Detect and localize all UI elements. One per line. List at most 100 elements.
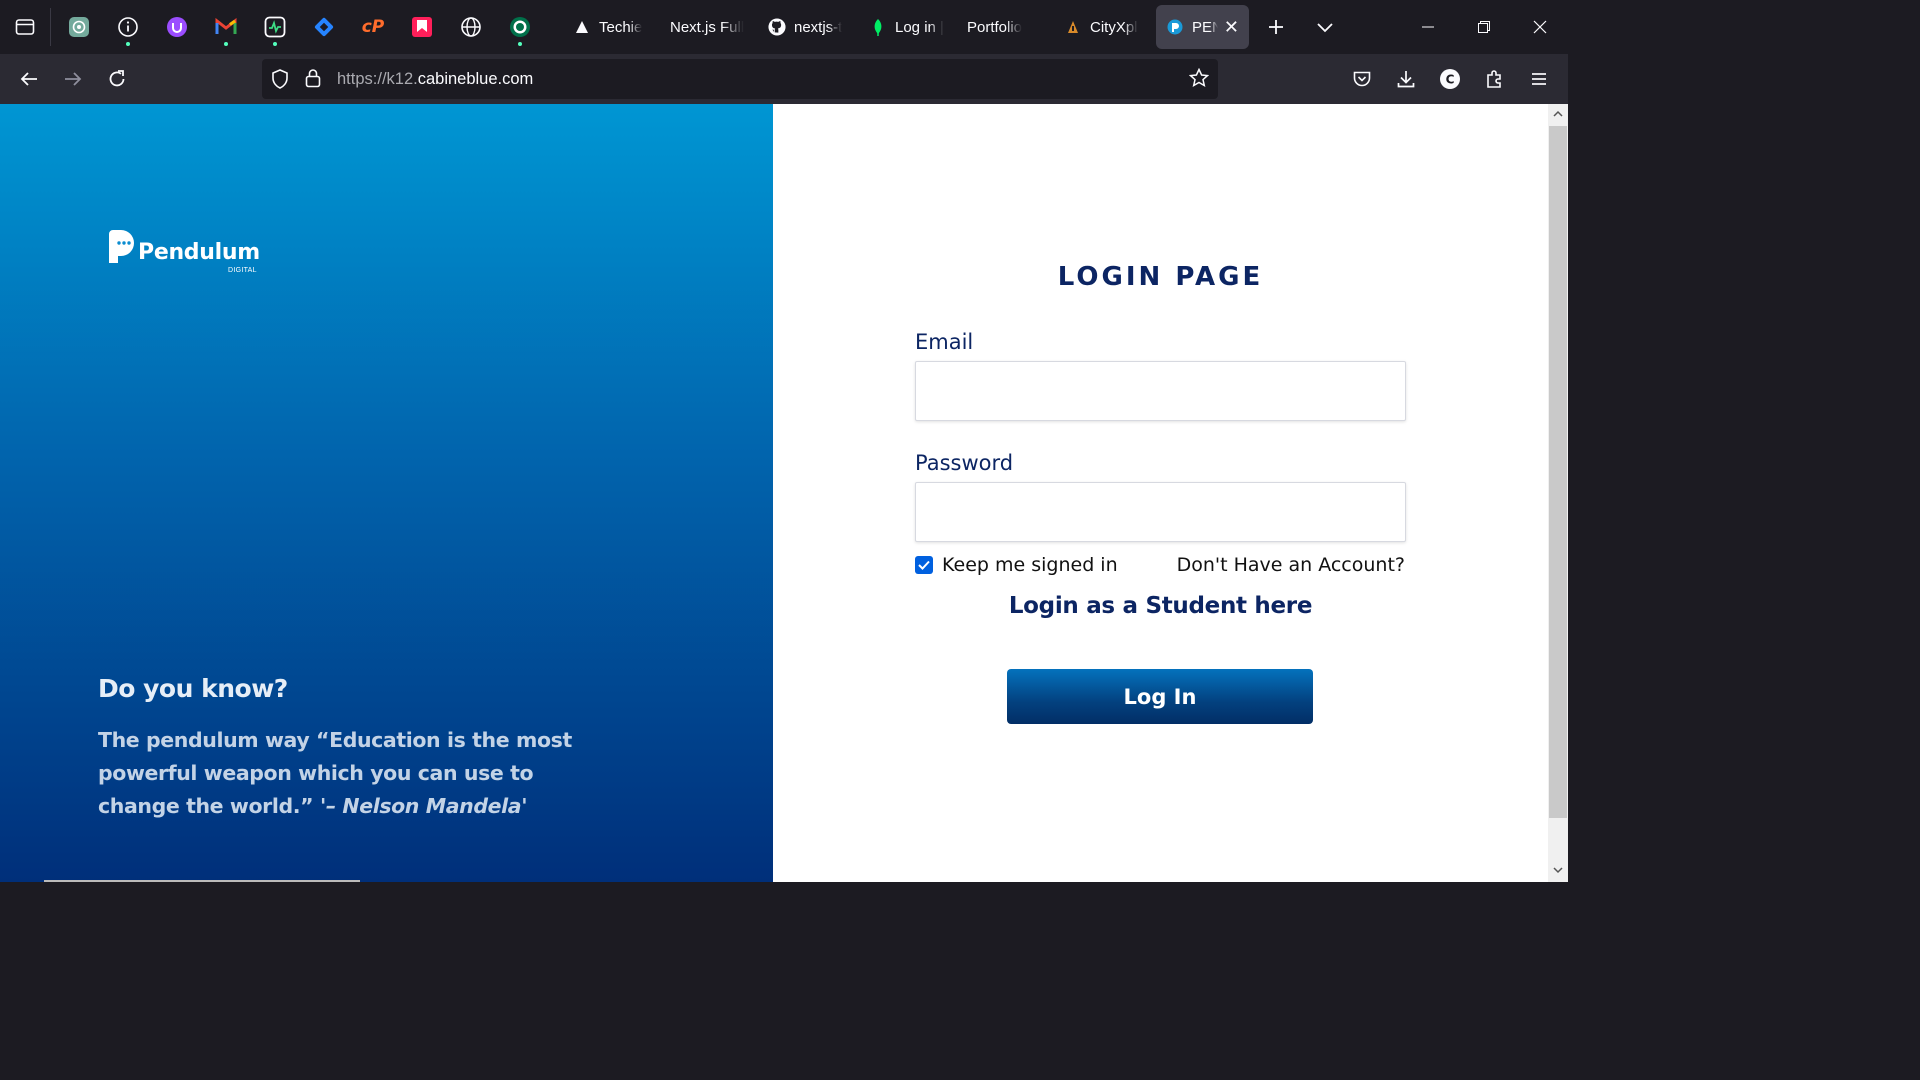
extensions-button[interactable]	[1479, 63, 1511, 95]
pinned-tab-chatgpt[interactable]	[63, 11, 95, 43]
pinned-tab-starbucks[interactable]	[504, 11, 536, 46]
scroll-up-arrow[interactable]	[1548, 104, 1568, 124]
logo-subtext: DIGITAL	[228, 267, 257, 274]
keep-signed-in[interactable]: Keep me signed in	[915, 554, 1118, 576]
email-input[interactable]	[915, 361, 1406, 421]
github-icon	[768, 18, 786, 36]
tab-label: PEN	[1192, 18, 1218, 36]
forward-button[interactable]	[57, 63, 89, 95]
tab-label: nextjs-t	[794, 18, 843, 36]
keep-signed-in-checkbox[interactable]	[915, 556, 933, 574]
tab-pendulum-active[interactable]: PEN ✕	[1156, 5, 1249, 49]
tab-label: Techie	[599, 18, 643, 36]
login-form-panel: LOGIN PAGE Email Password Keep me signed…	[773, 104, 1548, 882]
info-icon	[118, 17, 138, 37]
tab-separator	[50, 8, 51, 46]
reload-icon	[109, 70, 125, 87]
svg-text:C: C	[1446, 73, 1455, 87]
account-button[interactable]: C	[1434, 63, 1466, 95]
notification-dot	[518, 42, 522, 46]
notification-dot	[126, 42, 130, 46]
url-text[interactable]: https://k12.cabineblue.com	[337, 70, 533, 89]
vertical-scrollbar[interactable]	[1548, 104, 1568, 882]
leaf-icon	[869, 18, 887, 36]
tab-label: Portfolio	[967, 18, 1023, 36]
tab-portfolio[interactable]: Portfolio	[967, 5, 1047, 49]
address-bar[interactable]: https://k12.cabineblue.com	[262, 59, 1218, 99]
tab-nextjs-full[interactable]: Next.js Full	[670, 5, 754, 49]
bookmark-app-icon	[412, 17, 432, 37]
tab-techie[interactable]: Techie	[573, 5, 651, 49]
download-icon	[1397, 71, 1415, 88]
chevron-down-icon	[1317, 23, 1333, 33]
url-domain: cabineblue.com	[417, 70, 534, 88]
tab-strip: cP Techie Next.js Full nextjs-t Log in |…	[0, 0, 1568, 54]
student-login-link[interactable]: Login as a Student here	[773, 593, 1548, 619]
close-tab-icon[interactable]: ✕	[1224, 17, 1239, 38]
chatgpt-icon	[69, 17, 89, 37]
close-icon	[1533, 20, 1547, 34]
notification-dot	[224, 42, 228, 46]
menu-button[interactable]	[1523, 63, 1555, 95]
close-window-button[interactable]	[1512, 0, 1568, 54]
tab-label: CityXpl	[1090, 18, 1138, 36]
logo-text: Pendulum	[138, 240, 260, 265]
list-all-tabs-button[interactable]	[1309, 11, 1341, 43]
web-page: Pendulum DIGITAL Do you know? The pendul…	[0, 104, 1568, 882]
new-tab-button[interactable]	[1260, 11, 1292, 43]
horizontal-scroll-indicator[interactable]	[44, 880, 360, 882]
shield-icon[interactable]	[271, 69, 289, 93]
scrollbar-thumb[interactable]	[1549, 126, 1567, 818]
hero-panel: Pendulum DIGITAL Do you know? The pendul…	[0, 104, 773, 882]
pulse-icon	[264, 16, 286, 38]
reload-button[interactable]	[101, 63, 133, 95]
quote-author: '– Nelson Mandela'	[319, 794, 528, 818]
gmail-icon	[215, 18, 237, 34]
pinned-tab-globe[interactable]	[455, 11, 487, 43]
arrow-right-icon	[65, 72, 82, 86]
lock-icon[interactable]	[305, 68, 321, 92]
avatar-icon: C	[1440, 69, 1460, 89]
minimize-window-button[interactable]	[1400, 0, 1456, 54]
restore-window-button[interactable]	[1456, 0, 1512, 54]
no-account-link[interactable]: Don't Have an Account?	[1177, 554, 1405, 576]
pocket-icon	[1353, 71, 1371, 87]
tab-label: Log in |	[895, 18, 944, 36]
do-you-know-heading: Do you know?	[98, 674, 288, 703]
jira-icon	[314, 17, 334, 37]
checkmark-icon	[918, 560, 930, 570]
tab-nextjs-github[interactable]: nextjs-t	[768, 5, 852, 49]
pendulum-logo[interactable]: Pendulum DIGITAL	[106, 230, 260, 274]
back-button[interactable]	[13, 63, 45, 95]
tab-log-in[interactable]: Log in |	[869, 5, 949, 49]
password-input[interactable]	[915, 482, 1406, 542]
pinned-tab-cpanel[interactable]: cP	[357, 11, 389, 43]
triangle-icon	[573, 18, 591, 36]
login-page-title: LOGIN PAGE	[1057, 262, 1264, 292]
pinned-tab-gmail[interactable]	[210, 11, 242, 46]
notification-dot	[273, 42, 277, 46]
keep-signed-in-label: Keep me signed in	[942, 554, 1118, 576]
globe-icon	[461, 17, 481, 37]
tab-cityxplor[interactable]: CityXpl	[1064, 5, 1146, 49]
tab-overview-button[interactable]	[9, 11, 41, 43]
tab-label: Next.js Full	[670, 18, 745, 36]
pinned-tab-activity[interactable]	[259, 11, 291, 46]
downloads-button[interactable]	[1390, 63, 1422, 95]
pocket-button[interactable]	[1346, 63, 1378, 95]
upwork-icon	[167, 17, 187, 37]
scroll-down-arrow[interactable]	[1548, 860, 1568, 880]
tab-list-icon	[15, 19, 35, 35]
pendulum-logo-icon	[109, 230, 134, 263]
pinned-tab-jira[interactable]	[308, 11, 340, 43]
pinned-tab-upwork[interactable]	[161, 11, 193, 43]
password-label: Password	[915, 451, 1014, 475]
email-label: Email	[915, 330, 974, 354]
minimize-icon	[1422, 26, 1434, 28]
pinned-tab-info[interactable]	[112, 11, 144, 46]
pendulum-icon	[1166, 18, 1184, 36]
bookmark-star-icon[interactable]	[1188, 67, 1210, 92]
hamburger-icon	[1532, 73, 1546, 85]
pinned-tab-bookmark[interactable]	[406, 11, 438, 43]
login-button[interactable]: Log In	[1007, 669, 1313, 724]
